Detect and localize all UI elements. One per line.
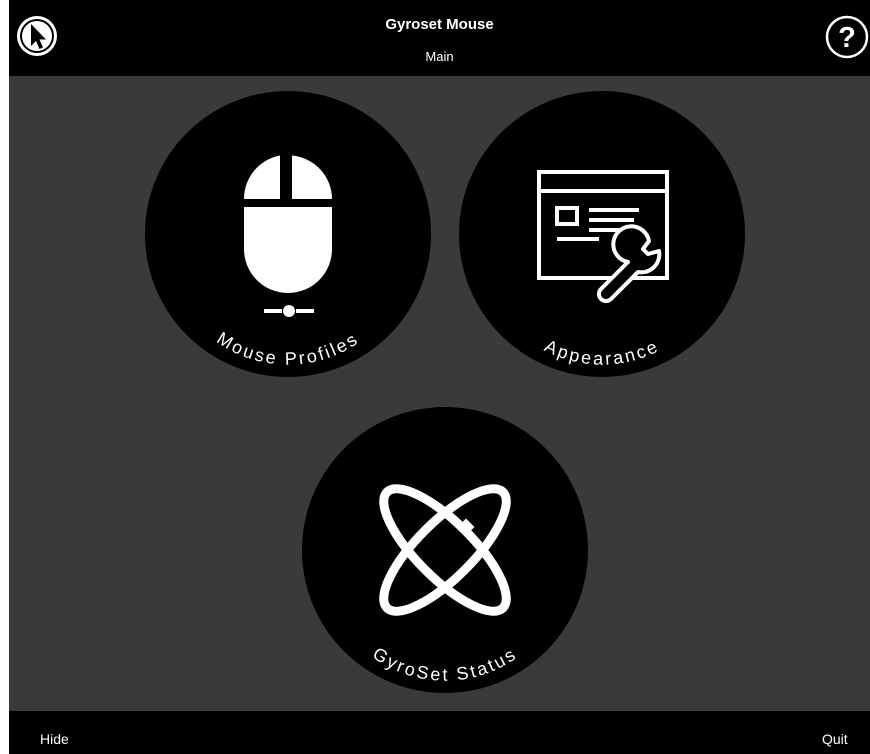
help-question-icon: ? bbox=[825, 15, 869, 59]
help-button[interactable]: ? bbox=[824, 14, 870, 60]
page-subtitle: Main bbox=[425, 49, 454, 64]
help-glyph: ? bbox=[838, 22, 856, 54]
hide-button[interactable]: Hide bbox=[40, 731, 69, 747]
app-window: Gyroset Mouse Main ? Mouse Profiles Appe… bbox=[9, 0, 870, 754]
mouse-profiles-button[interactable]: Mouse Profiles bbox=[145, 91, 431, 377]
header-bar: Gyroset Mouse Main ? bbox=[9, 0, 870, 76]
quit-button[interactable]: Quit bbox=[822, 731, 848, 747]
gyroset-status-button[interactable]: GyroSet Status bbox=[302, 407, 588, 693]
footer-bar: Hide Quit bbox=[9, 711, 870, 754]
appearance-button[interactable]: Appearance bbox=[459, 91, 745, 377]
app-title: Gyroset Mouse bbox=[385, 16, 494, 33]
